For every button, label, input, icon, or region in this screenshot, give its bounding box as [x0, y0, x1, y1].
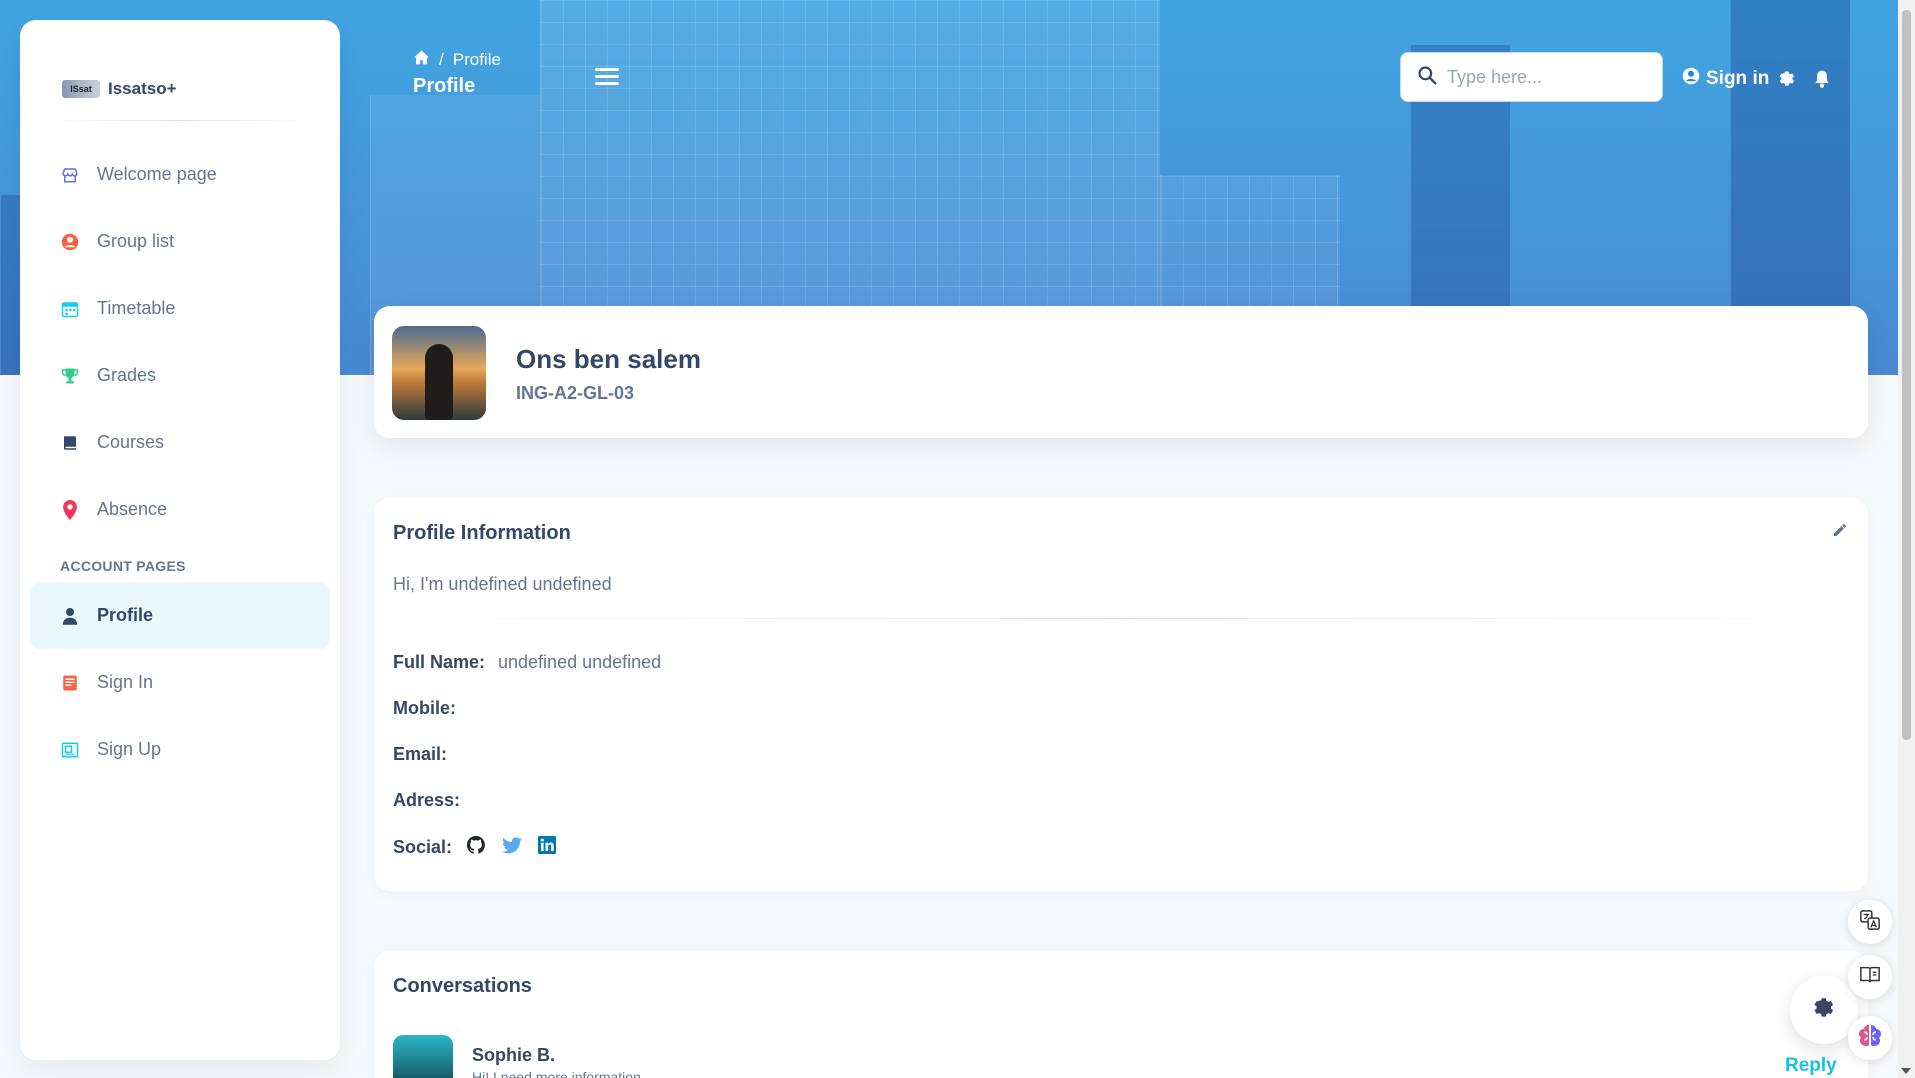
open-book-icon: [1859, 965, 1881, 990]
full-name-value: undefined undefined: [498, 652, 662, 672]
person-icon: [60, 606, 80, 626]
sidebar-item-label: Absence: [97, 499, 168, 519]
social-row: Social:: [393, 835, 557, 860]
breadcrumb: / Profile Profile: [413, 50, 501, 98]
pencil-icon[interactable]: [1832, 522, 1848, 543]
sidebar-item-label: Profile: [97, 605, 154, 625]
sidebar-item-label: Group list: [97, 231, 175, 251]
gear-icon[interactable]: [1777, 69, 1797, 94]
page-title: Profile: [413, 75, 476, 97]
linkedin-icon[interactable]: [538, 836, 557, 859]
sidebar-item-profile[interactable]: Profile: [30, 582, 330, 649]
sidebar-item-welcome-page[interactable]: Welcome page: [30, 141, 330, 208]
github-icon[interactable]: [466, 835, 486, 860]
user-circle-icon: [60, 232, 80, 252]
translate-icon: [1859, 909, 1881, 936]
sidebar-item-sign-up[interactable]: Sign Up: [30, 716, 330, 783]
sidebar-item-label: Sign In: [97, 672, 154, 692]
sidebar: ISsat Issatso+ Welcome page Group list T…: [20, 20, 340, 1060]
profile-bio: Hi, I'm undefined undefined: [393, 574, 612, 594]
ai-assistant-button[interactable]: [1848, 1016, 1892, 1060]
brand-name: Issatso+: [108, 79, 177, 98]
scrollbar-thumb[interactable]: [1902, 10, 1911, 740]
sidebar-item-label: Timetable: [97, 298, 176, 318]
conversation-message: Hi! I need more information...: [472, 1069, 653, 1078]
avatar: [392, 326, 486, 420]
id-card-icon: [60, 740, 80, 760]
sidebar-item-timetable[interactable]: Timetable: [30, 275, 330, 342]
conversations-card: Conversations Sophie B. Hi! I need more …: [374, 951, 1868, 1078]
info-divider: [393, 618, 1849, 619]
avatar: [393, 1035, 453, 1078]
user-circle-icon: [1682, 67, 1700, 91]
calendar-icon: [60, 299, 80, 319]
sidebar-nav: Welcome page Group list Timetable Grades…: [20, 121, 340, 543]
sidebar-item-label: Sign Up: [97, 739, 162, 759]
breadcrumb-current: Profile: [452, 50, 501, 69]
profile-header-card: Ons ben salem ING-A2-GL-03: [374, 306, 1868, 438]
conversation-name: Sophie B.: [472, 1045, 556, 1065]
social-label: Social:: [393, 837, 453, 857]
sidebar-item-absence[interactable]: Absence: [30, 476, 330, 543]
profile-name: Ons ben salem: [516, 344, 701, 374]
profile-information-title: Profile Information: [393, 522, 571, 544]
brand[interactable]: ISsat Issatso+: [20, 20, 340, 120]
search-icon: [1417, 65, 1437, 90]
shop-icon: [60, 165, 80, 185]
sign-in-link[interactable]: Sign in: [1682, 67, 1769, 91]
sidebar-item-group-list[interactable]: Group list: [30, 208, 330, 275]
brand-logo: ISsat: [62, 80, 100, 98]
scrollbar[interactable]: [1898, 0, 1915, 1078]
translate-button[interactable]: [1848, 900, 1892, 944]
gear-icon: [1811, 995, 1837, 1026]
sidebar-item-label: Grades: [97, 365, 157, 385]
sidebar-item-label: Courses: [97, 432, 165, 452]
email-label: Email:: [393, 744, 448, 764]
sidebar-item-sign-in[interactable]: Sign In: [30, 649, 330, 716]
account-nav: Profile Sign In Sign Up: [20, 582, 340, 783]
bell-icon[interactable]: [1813, 69, 1831, 94]
sidebar-item-grades[interactable]: Grades: [30, 342, 330, 409]
scroll-down-arrow[interactable]: [1901, 1068, 1911, 1074]
sign-in-label: Sign in: [1706, 68, 1770, 89]
sidebar-item-courses[interactable]: Courses: [30, 409, 330, 476]
profile-information-card: Profile Information Hi, I'm undefined un…: [374, 498, 1868, 891]
menu-icon[interactable]: [595, 68, 619, 89]
address-row: Adress:: [393, 790, 460, 811]
mobile-row: Mobile:: [393, 698, 456, 719]
trophy-icon: [60, 366, 80, 386]
search-input[interactable]: [1447, 66, 1647, 88]
full-name-label: Full Name:: [393, 652, 486, 672]
book-icon: [60, 433, 80, 453]
conversations-title: Conversations: [393, 975, 532, 997]
search-box[interactable]: [1400, 52, 1663, 102]
reader-button[interactable]: [1848, 955, 1892, 999]
breadcrumb-separator: /: [439, 50, 444, 69]
section-title-account-pages: ACCOUNT PAGES: [60, 558, 186, 574]
profile-group: ING-A2-GL-03: [516, 383, 635, 403]
reply-link[interactable]: Reply: [1785, 1055, 1837, 1077]
twitter-icon[interactable]: [502, 836, 523, 859]
sidebar-item-label: Welcome page: [97, 164, 217, 184]
home-icon[interactable]: [413, 50, 430, 70]
mobile-label: Mobile:: [393, 698, 456, 718]
address-label: Adress:: [393, 790, 461, 810]
full-name-row: Full Name: undefined undefined: [393, 652, 661, 673]
brain-icon: [1856, 1023, 1884, 1054]
email-row: Email:: [393, 744, 447, 765]
document-icon: [60, 673, 80, 693]
map-pin-icon: [60, 499, 80, 520]
